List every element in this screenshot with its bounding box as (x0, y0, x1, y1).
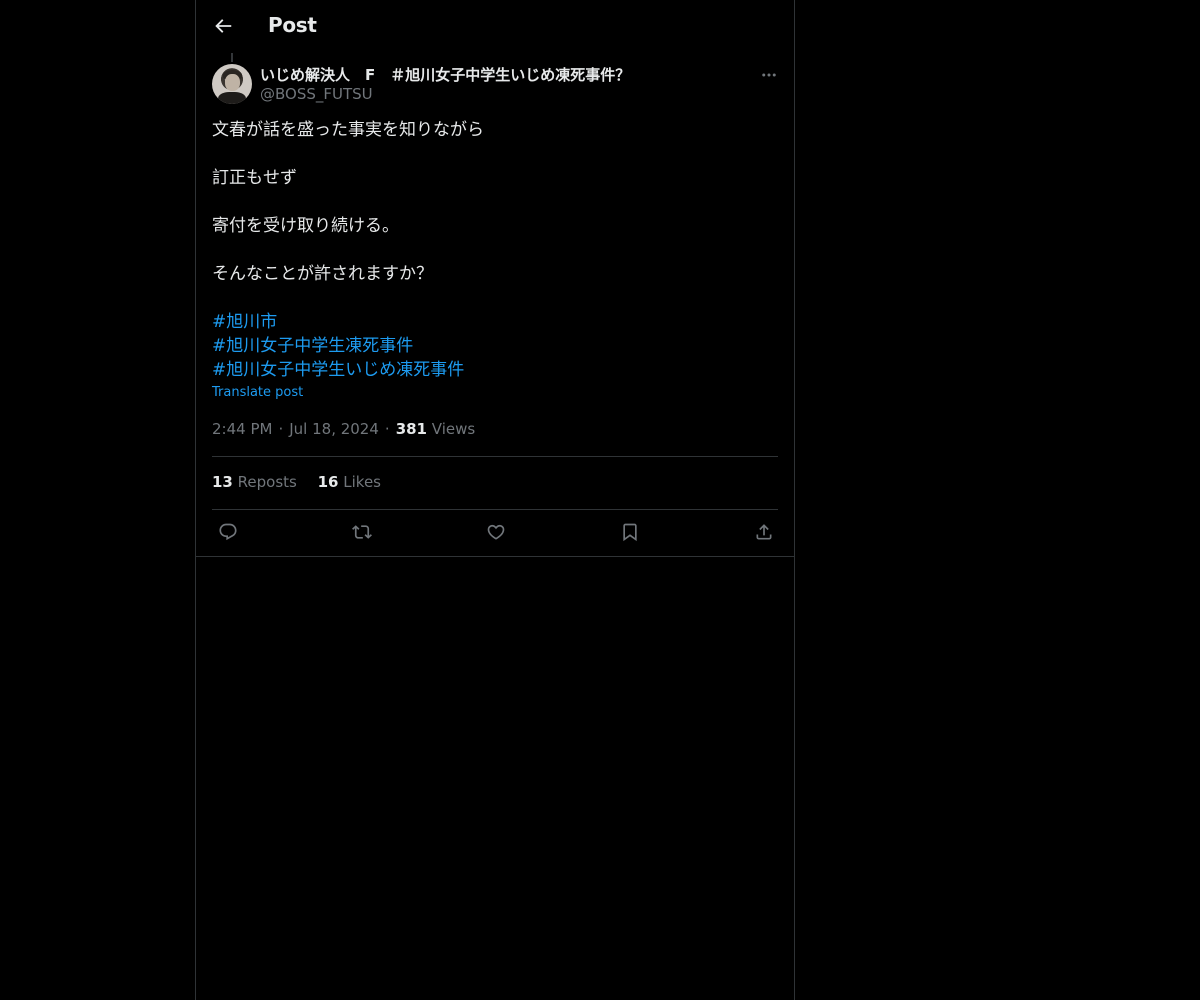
page-title: Post (268, 13, 317, 37)
engagement-stats: 13 Reposts 16 Likes (212, 473, 397, 491)
bookmark-icon (623, 523, 637, 542)
post-time[interactable]: 2:44 PM (212, 420, 272, 438)
bookmark-button[interactable] (618, 520, 642, 544)
back-button[interactable] (212, 15, 234, 37)
likes-stat[interactable]: 16 Likes (318, 473, 381, 491)
share-icon (756, 524, 772, 540)
post-date[interactable]: Jul 18, 2024 (289, 420, 379, 438)
action-bar (196, 520, 794, 546)
reposts-label: Reposts (237, 473, 297, 491)
author-handle[interactable]: @BOSS_FUTSU (260, 85, 373, 103)
reply-button[interactable] (216, 520, 240, 544)
post-line: 訂正もせず (212, 168, 297, 188)
post-line: 寄付を受け取り続ける。 (212, 216, 399, 236)
post-meta: 2:44 PM · Jul 18, 2024 · 381 Views (212, 420, 476, 438)
reposts-stat[interactable]: 13 Reposts (212, 473, 297, 491)
post-text: 文春が話を盛った事実を知りながら 訂正もせず 寄付を受け取り続ける。 そんなこと… (212, 118, 778, 382)
post-column: Post いじめ解決人 F ＃旭川女子中学生いじめ凍死事件？ @BOSS_FUT… (195, 0, 795, 1000)
hashtag-link[interactable]: #旭川女子中学生いじめ凍死事件 (212, 358, 778, 382)
repost-button[interactable] (350, 520, 374, 544)
post-line: 文春が話を盛った事実を知りながら (212, 120, 484, 140)
divider (212, 509, 778, 510)
arrow-left-icon (215, 19, 232, 33)
share-button[interactable] (752, 520, 776, 544)
divider (196, 556, 794, 557)
divider (212, 456, 778, 457)
translate-post-link[interactable]: Translate post (212, 385, 303, 400)
more-options-button[interactable] (760, 66, 778, 84)
hashtag-link[interactable]: #旭川市 (212, 310, 778, 334)
avatar[interactable] (212, 64, 252, 104)
likes-label: Likes (343, 473, 382, 491)
repost-icon (352, 525, 372, 539)
reposts-count: 13 (212, 473, 233, 491)
thread-connector-line (231, 53, 233, 62)
post-line: そんなことが許されますか？ (212, 264, 433, 284)
heart-icon (487, 524, 505, 540)
author-display-name[interactable]: いじめ解決人 F ＃旭川女子中学生いじめ凍死事件？ (260, 64, 630, 85)
views-label: Views (431, 420, 476, 438)
hashtag-link[interactable]: #旭川女子中学生凍死事件 (212, 334, 778, 358)
likes-count: 16 (317, 473, 339, 491)
more-horizontal-icon (762, 73, 776, 77)
reply-icon (219, 523, 237, 541)
top-bar: Post (196, 0, 794, 53)
views-count: 381 (395, 420, 427, 438)
like-button[interactable] (484, 520, 508, 544)
